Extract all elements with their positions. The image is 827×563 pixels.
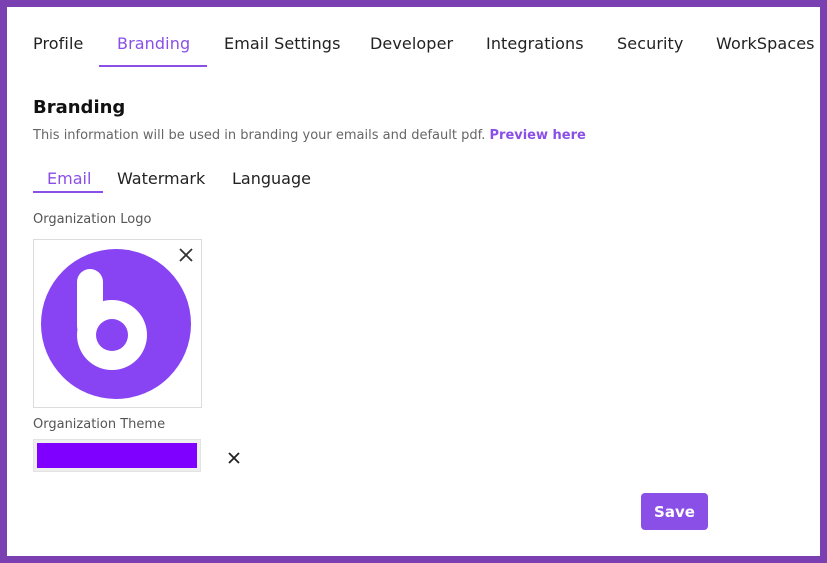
subtab-email[interactable]: Email — [47, 169, 91, 188]
description-text: This information will be used in brandin… — [33, 128, 490, 143]
tab-integrations[interactable]: Integrations — [486, 34, 584, 53]
settings-tabs: Profile Branding Email Settings Develope… — [7, 7, 820, 69]
branding-description: This information will be used in brandin… — [33, 128, 586, 143]
logo-letter-bowl — [77, 300, 147, 370]
page-title: Branding — [33, 97, 126, 118]
remove-theme-icon[interactable] — [223, 447, 245, 469]
active-subtab-indicator — [33, 191, 103, 193]
tab-email-settings[interactable]: Email Settings — [224, 34, 341, 53]
tab-developer[interactable]: Developer — [370, 34, 453, 53]
settings-panel: Profile Branding Email Settings Develope… — [7, 7, 820, 556]
brand-logo-image — [41, 249, 191, 399]
organization-logo-label: Organization Logo — [33, 212, 152, 227]
organization-logo-preview[interactable] — [33, 239, 202, 408]
logo-letter-counter — [96, 319, 128, 351]
preview-link[interactable]: Preview here — [490, 128, 586, 143]
remove-logo-icon[interactable] — [175, 244, 197, 266]
tab-profile[interactable]: Profile — [33, 34, 83, 53]
tab-branding[interactable]: Branding — [117, 34, 190, 53]
theme-color-picker[interactable] — [33, 439, 201, 472]
subtab-language[interactable]: Language — [232, 169, 311, 188]
theme-color-fill — [37, 443, 197, 468]
tab-workspaces[interactable]: WorkSpaces — [716, 34, 815, 53]
save-button[interactable]: Save — [641, 493, 708, 530]
organization-theme-label: Organization Theme — [33, 417, 166, 432]
subtab-watermark[interactable]: Watermark — [117, 169, 205, 188]
tab-security[interactable]: Security — [617, 34, 684, 53]
active-tab-indicator — [99, 65, 207, 67]
